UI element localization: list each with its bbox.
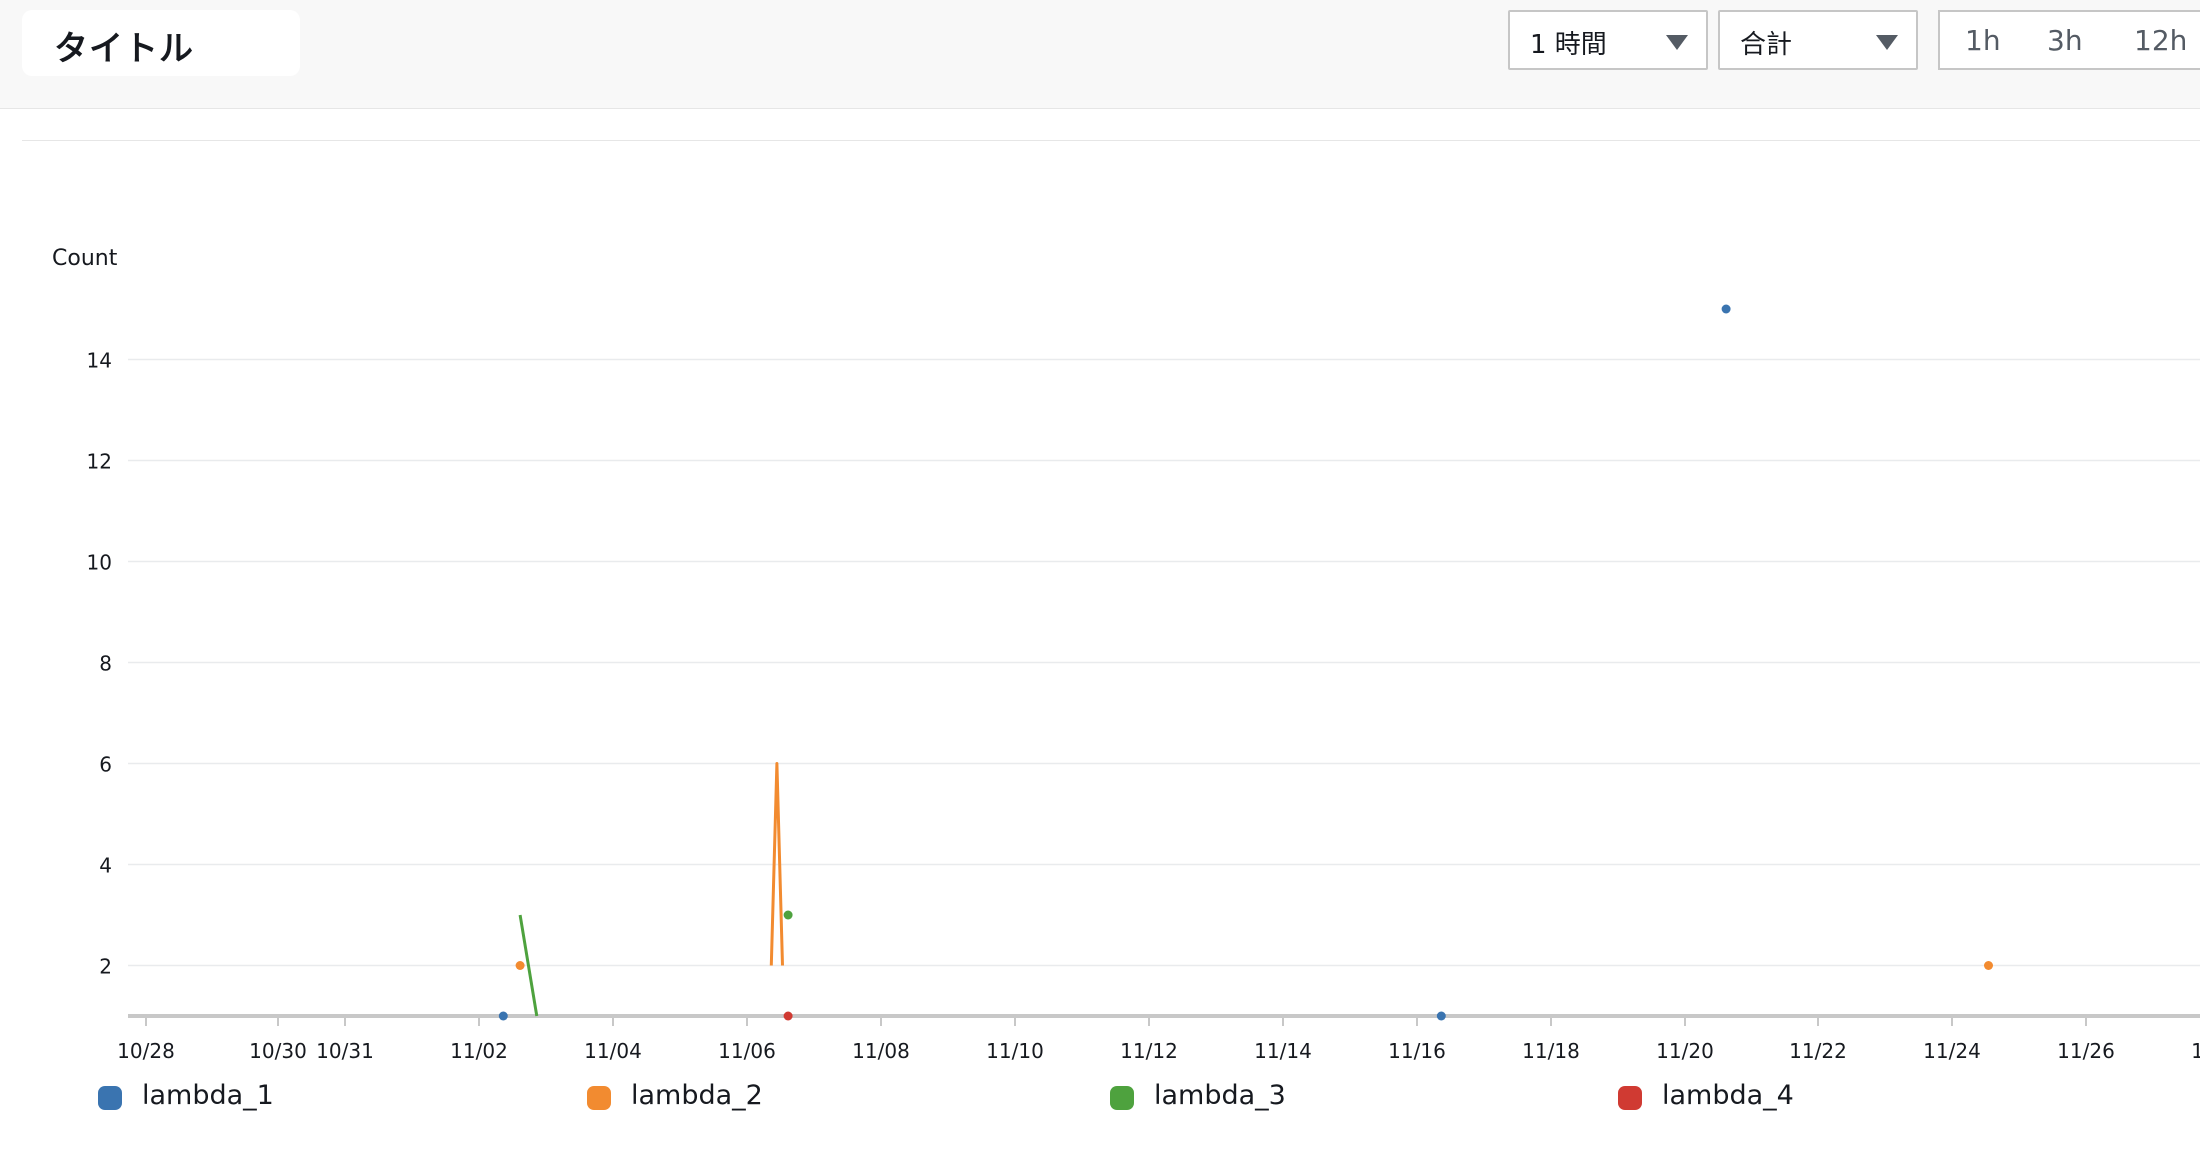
legend-label: lambda_2 — [631, 1080, 763, 1111]
data-point — [1436, 1011, 1446, 1021]
x-tick-label: 10/30 — [249, 1039, 307, 1063]
x-tick-label: 11/10 — [986, 1039, 1044, 1063]
x-tick-label: 11/08 — [852, 1039, 910, 1063]
series-lambda-2 — [515, 762, 1993, 970]
x-tick-label: 11/12 — [1120, 1039, 1178, 1063]
x-tick-label: 11/02 — [450, 1039, 508, 1063]
data-point — [498, 1011, 508, 1021]
x-tick-label: 11/14 — [1254, 1039, 1312, 1063]
y-axis-label: Count — [52, 246, 118, 271]
x-tick-label: 11/26 — [2057, 1039, 2115, 1063]
x-tick-label: 11/24 — [1923, 1039, 1981, 1063]
data-point — [515, 961, 525, 970]
legend-label: lambda_4 — [1662, 1080, 1794, 1111]
legend-swatch — [1618, 1086, 1642, 1110]
x-tick-label: 11/22 — [1789, 1039, 1847, 1063]
y-tick-label: 10 — [87, 551, 112, 575]
x-tick-label: 11/20 — [1656, 1039, 1714, 1063]
line-chart: Count 2 4 6 8 10 12 14 10/28 10/30 10/31 11/02 11/… — [52, 246, 2200, 1063]
data-point — [783, 910, 793, 920]
gridlines — [128, 358, 2200, 1018]
y-tick-label: 6 — [99, 753, 112, 777]
x-tick-label: 11/04 — [584, 1039, 642, 1063]
data-point — [1721, 304, 1731, 314]
legend-swatch — [98, 1086, 122, 1110]
legend-swatch — [587, 1086, 611, 1110]
legend-label: lambda_1 — [142, 1080, 274, 1111]
y-tick-label: 14 — [87, 349, 112, 373]
y-tick-label: 4 — [99, 854, 112, 878]
y-tick-label: 12 — [87, 450, 112, 474]
x-tick-label: 11/18 — [1522, 1039, 1580, 1063]
y-axis-ticks: 2 4 6 8 10 12 14 — [87, 349, 112, 979]
y-tick-label: 8 — [99, 652, 112, 676]
data-point — [783, 1011, 793, 1021]
x-tick-label: 10/28 — [117, 1039, 175, 1063]
x-tick-label: 11/28 — [2191, 1039, 2200, 1063]
x-tick-label: 11/16 — [1388, 1039, 1446, 1063]
x-tick-label: 10/31 — [316, 1039, 374, 1063]
x-tick-label: 11/06 — [718, 1039, 776, 1063]
data-point — [1984, 961, 1993, 970]
x-axis-ticks: 10/28 10/30 10/31 11/02 11/04 11/06 11/08 11/10… — [117, 1016, 2200, 1063]
legend-swatch — [1110, 1086, 1134, 1110]
legend-label: lambda_3 — [1154, 1080, 1286, 1111]
y-tick-label: 2 — [99, 955, 112, 979]
